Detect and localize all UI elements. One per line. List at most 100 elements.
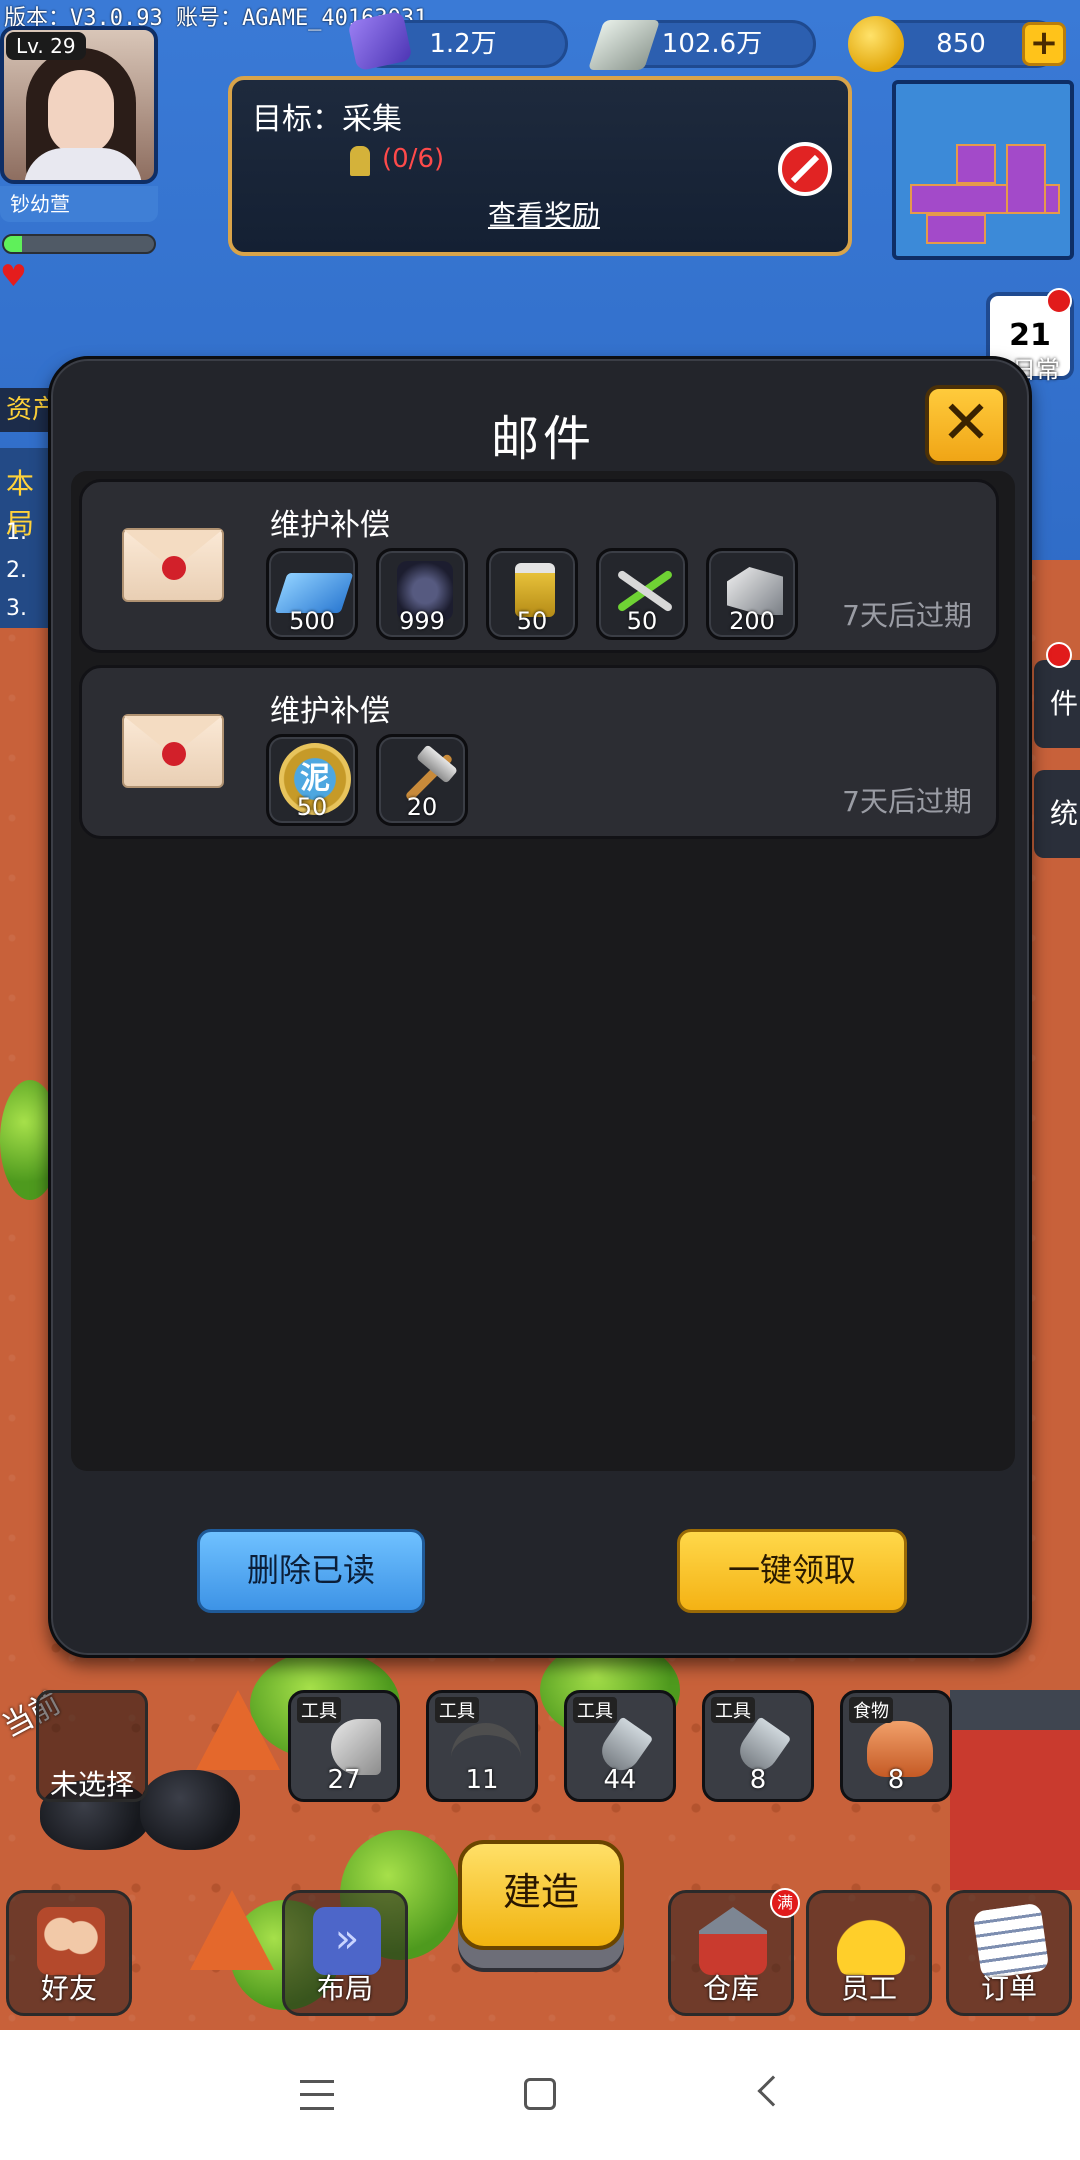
campfire-decoration bbox=[196, 1690, 280, 1770]
tool-slot[interactable]: 工具 8 bbox=[702, 1690, 814, 1802]
reward-item-slot[interactable]: 999 bbox=[376, 548, 468, 640]
tool-count: 11 bbox=[465, 1765, 499, 1795]
delete-read-button[interactable]: 删除已读 bbox=[197, 1529, 425, 1613]
round-panel-row: 2. bbox=[6, 558, 27, 583]
heart-icon: ♥ bbox=[0, 259, 27, 294]
back-icon[interactable] bbox=[757, 2075, 789, 2107]
reward-item-slot[interactable]: 泥 50 bbox=[266, 734, 358, 826]
system-navigation-bar bbox=[0, 2030, 1080, 2160]
minimap-block bbox=[926, 214, 986, 244]
mail-dialog: 邮件 ✕ 维护补偿 500 999 50 50 200 7天后过期 维护补偿 泥… bbox=[48, 356, 1032, 1658]
warehouse-icon bbox=[699, 1907, 767, 1975]
mail-title: 维护补偿 bbox=[270, 694, 390, 729]
nav-label: 订单 bbox=[980, 1972, 1037, 2005]
round-panel-row: 1. bbox=[6, 520, 27, 545]
cash-resource-value: 102.6万 bbox=[661, 29, 763, 59]
item-quantity: 20 bbox=[406, 793, 438, 821]
minimap-block bbox=[956, 144, 996, 184]
calendar-day: 21 bbox=[1009, 318, 1051, 353]
cancel-goal-icon[interactable] bbox=[778, 142, 832, 196]
mail-side-button[interactable]: 件 bbox=[1034, 660, 1080, 748]
red-barn-building bbox=[950, 1690, 1080, 1890]
item-quantity: 50 bbox=[626, 607, 658, 635]
gold-coin-icon bbox=[848, 16, 904, 72]
player-level-badge: Lv. 29 bbox=[6, 32, 86, 60]
layout-nav-button[interactable]: » 布局 bbox=[282, 1890, 408, 2016]
mail-expiry: 7天后过期 bbox=[842, 785, 972, 818]
notification-dot bbox=[1046, 642, 1072, 668]
dialog-title: 邮件 bbox=[490, 411, 595, 467]
tool-slot[interactable]: 工具 11 bbox=[426, 1690, 538, 1802]
add-coins-button[interactable]: + bbox=[1022, 22, 1066, 66]
claim-all-button[interactable]: 一键领取 bbox=[677, 1529, 907, 1613]
reward-item-slot[interactable]: 50 bbox=[486, 548, 578, 640]
reward-item-slot[interactable]: 500 bbox=[266, 548, 358, 640]
goal-title: 目标：采集 bbox=[252, 102, 402, 137]
tool-tag: 工具 bbox=[573, 1697, 617, 1723]
nav-label: 仓库 bbox=[702, 1972, 759, 2005]
item-quantity: 500 bbox=[289, 607, 335, 635]
tool-slot[interactable]: 食物 8 bbox=[840, 1690, 952, 1802]
tool-tag: 工具 bbox=[435, 1697, 479, 1723]
mail-item[interactable]: 维护补偿 500 999 50 50 200 7天后过期 bbox=[79, 479, 999, 653]
coin-resource-value: 850 bbox=[936, 29, 986, 59]
xp-progress-bar bbox=[2, 234, 156, 254]
pickaxe-icon bbox=[451, 1723, 521, 1763]
goal-panel[interactable]: 目标：采集 (0/6) 查看奖励 bbox=[228, 76, 852, 256]
round-panel-row: 3. bbox=[6, 596, 27, 621]
mail-list[interactable]: 维护补偿 500 999 50 50 200 7天后过期 维护补偿 泥 50 2… bbox=[71, 471, 1015, 1471]
home-icon[interactable] bbox=[524, 2078, 556, 2110]
minimap-block bbox=[1006, 144, 1046, 214]
avatar-face bbox=[48, 70, 114, 154]
tool-slot[interactable]: 工具 27 bbox=[288, 1690, 400, 1802]
nav-label: 员工 bbox=[840, 1972, 897, 2005]
orders-nav-button[interactable]: 订单 bbox=[946, 1890, 1072, 2016]
item-quantity: 50 bbox=[516, 607, 548, 635]
envelope-icon bbox=[122, 714, 224, 788]
worker-icon bbox=[350, 146, 370, 176]
wax-seal-icon bbox=[162, 742, 186, 766]
goal-progress: (0/6) bbox=[382, 144, 445, 174]
tool-tag: 工具 bbox=[297, 1697, 341, 1723]
tool-count: 44 bbox=[603, 1765, 637, 1795]
notification-dot bbox=[1046, 288, 1072, 314]
layout-icon: » bbox=[313, 1907, 381, 1975]
close-button[interactable]: ✕ bbox=[925, 385, 1007, 465]
friends-icon bbox=[37, 1907, 105, 1975]
player-name: 钞幼萱 bbox=[0, 186, 158, 222]
nav-label: 好友 bbox=[40, 1972, 97, 2005]
tool-count: 8 bbox=[749, 1765, 767, 1795]
envelope-icon bbox=[122, 528, 224, 602]
reward-item-slot[interactable]: 200 bbox=[706, 548, 798, 640]
current-selection-slot[interactable]: 未选择 bbox=[36, 1690, 148, 1802]
mail-side-label: 件 bbox=[1049, 687, 1078, 720]
view-rewards-link[interactable]: 查看奖励 bbox=[232, 194, 856, 234]
recent-apps-icon[interactable] bbox=[300, 2080, 334, 2110]
staff-nav-button[interactable]: 员工 bbox=[806, 1890, 932, 2016]
xp-progress-fill bbox=[4, 236, 22, 252]
mail-item[interactable]: 维护补偿 泥 50 20 7天后过期 bbox=[79, 665, 999, 839]
tool-tag: 工具 bbox=[711, 1697, 755, 1723]
wax-seal-icon bbox=[162, 556, 186, 580]
campfire-decoration bbox=[190, 1890, 274, 1970]
system-side-button[interactable]: 统 bbox=[1034, 770, 1080, 858]
reward-item-slot[interactable]: 20 bbox=[376, 734, 468, 826]
mail-expiry: 7天后过期 bbox=[842, 599, 972, 632]
item-quantity: 50 bbox=[296, 793, 328, 821]
tool-count: 8 bbox=[887, 1765, 905, 1795]
coal-rock-decoration bbox=[140, 1770, 240, 1850]
tool-slot[interactable]: 工具 44 bbox=[564, 1690, 676, 1802]
warehouse-full-badge: 满 bbox=[770, 1888, 800, 1918]
minimap[interactable] bbox=[892, 80, 1074, 260]
system-side-label: 统 bbox=[1049, 797, 1078, 830]
gem-resource-value: 1.2万 bbox=[429, 29, 497, 59]
friends-nav-button[interactable]: 好友 bbox=[6, 1890, 132, 2016]
build-button[interactable]: 建造 bbox=[458, 1840, 624, 1950]
reward-item-slot[interactable]: 50 bbox=[596, 548, 688, 640]
mail-title: 维护补偿 bbox=[270, 508, 390, 543]
tool-count: 27 bbox=[327, 1765, 361, 1795]
tool-tag: 食物 bbox=[849, 1697, 893, 1723]
worker-helmet-icon bbox=[837, 1907, 905, 1975]
unselected-text: 未选择 bbox=[49, 1768, 134, 1801]
item-quantity: 200 bbox=[729, 607, 775, 635]
